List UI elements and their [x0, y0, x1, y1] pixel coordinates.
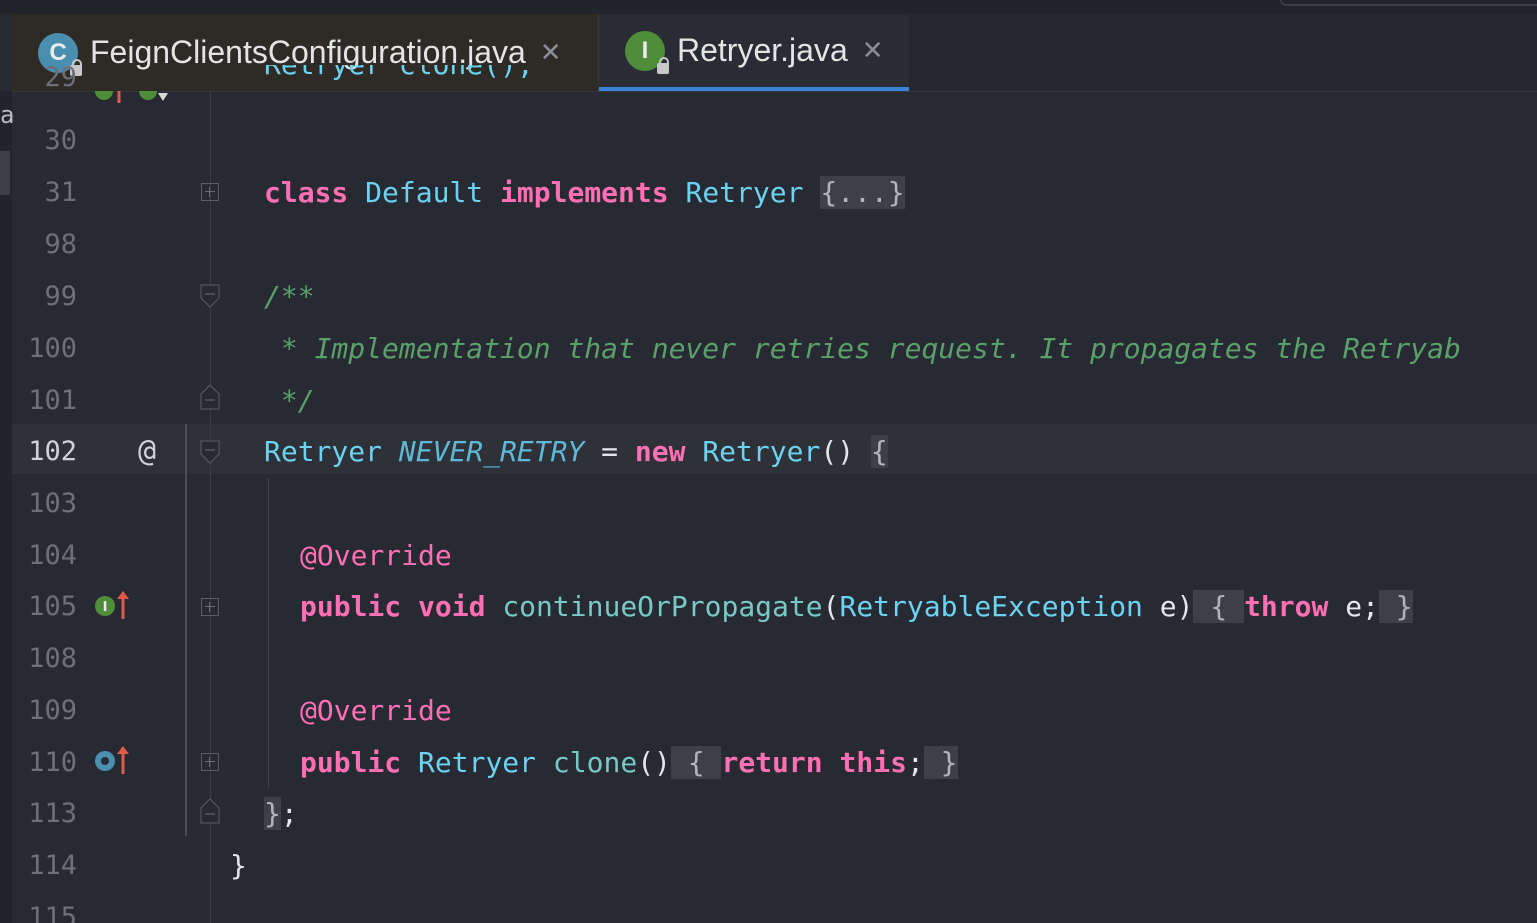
parameter: e): [1159, 590, 1194, 623]
keyword: class: [264, 176, 349, 209]
code-editor[interactable]: Retryer clone(); class Default implement…: [230, 65, 1537, 923]
line-number: 103: [28, 488, 77, 519]
line-number: 115: [28, 902, 77, 923]
code-line-102: Retryer NEVER_RETRY = new Retryer() {: [264, 426, 888, 478]
project-panel-edge: a: [0, 91, 14, 923]
type-name: Retryer: [685, 176, 804, 209]
keyword: public: [300, 746, 402, 779]
line-number: 104: [28, 540, 77, 571]
line-number: 29: [44, 65, 77, 91]
keyword: new: [634, 435, 686, 468]
lock-icon: [657, 56, 669, 74]
keyword: return: [721, 746, 823, 779]
keyword: throw: [1244, 590, 1329, 623]
editor-tab-bar: C FeignClientsConfiguration.java ✕ I Ret…: [12, 14, 1537, 92]
line-number: 99: [44, 281, 77, 312]
fold-end-icon[interactable]: [200, 382, 222, 410]
semicolon: ;: [280, 797, 298, 830]
window-top-strip: [0, 0, 1537, 14]
brace-highlight: }: [264, 797, 281, 830]
scope-guide-line: [185, 424, 187, 836]
code-line-31: class Default implements Retryer {...}: [264, 167, 905, 219]
close-icon[interactable]: ✕: [862, 36, 884, 66]
line-number: 113: [28, 798, 77, 829]
line-number: 98: [44, 229, 77, 260]
line-number: 105: [28, 591, 77, 622]
implements-override-icons[interactable]: [92, 91, 182, 105]
line-number: 101: [28, 385, 77, 416]
semicolon: ;: [906, 746, 924, 779]
class-name: Default: [365, 176, 484, 209]
keyword: this: [839, 746, 907, 779]
expand-fold-icon[interactable]: [201, 753, 219, 771]
parens: (): [820, 435, 855, 468]
type-name: Retryer: [418, 746, 537, 779]
window-corner-frame: [1280, 0, 1537, 6]
method-name: clone: [552, 746, 638, 779]
line-number: 110: [28, 747, 77, 778]
line-number-current: 102: [28, 436, 77, 467]
interface-icon: I: [625, 30, 669, 74]
folded-code-block[interactable]: {: [1193, 590, 1245, 623]
scroll-marker: [0, 151, 10, 195]
implements-method-icon[interactable]: I: [94, 589, 134, 623]
constant-name: NEVER_RETRY: [398, 435, 585, 468]
statement: e;: [1345, 590, 1379, 623]
svg-text:I: I: [103, 600, 108, 615]
line-number: 100: [28, 333, 77, 364]
line-number: 31: [44, 177, 77, 208]
code-line-113: };: [264, 788, 298, 840]
code-line-110: public Retryer clone() { return this; }: [300, 737, 958, 789]
closing-brace: }: [230, 849, 247, 882]
line-number: 30: [44, 125, 77, 156]
anonymous-class-marker[interactable]: @: [138, 426, 156, 478]
folded-code-block[interactable]: }: [923, 746, 958, 779]
line-number: 108: [28, 643, 77, 674]
collapse-fold-icon[interactable]: [200, 284, 222, 312]
keyword: void: [418, 590, 486, 623]
brace-highlight: {: [870, 435, 888, 468]
parens: (): [637, 746, 671, 779]
comment-line: /**: [264, 280, 315, 313]
operator: =: [601, 435, 619, 468]
comment-line: * Implementation that never retries requ…: [264, 332, 1461, 365]
folded-code-block[interactable]: }: [1378, 590, 1413, 623]
tab-label: Retryer.java: [677, 32, 848, 68]
paren: (: [822, 590, 840, 623]
keyword: public: [300, 590, 402, 623]
tab-retryer[interactable]: I Retryer.java ✕: [599, 14, 909, 91]
code-line-partial: Retryer clone();: [264, 65, 534, 91]
fold-end-icon[interactable]: [200, 796, 222, 824]
line-number: 109: [28, 695, 77, 726]
keyword: implements: [500, 176, 669, 209]
code-line-105: public void continueOrPropagate(Retryabl…: [300, 581, 1413, 633]
override-method-icon[interactable]: [94, 744, 134, 778]
folded-code-block[interactable]: {...}: [820, 176, 905, 209]
expand-fold-icon[interactable]: [201, 598, 219, 616]
method-name: continueOrPropagate: [502, 590, 823, 623]
expand-fold-icon[interactable]: [201, 183, 219, 201]
type-name: Retryer: [702, 435, 821, 468]
line-number: 114: [28, 850, 77, 881]
annotation: @Override: [300, 694, 452, 727]
close-icon[interactable]: ✕: [540, 38, 562, 68]
editor-gutter: 29 30 31 98 99 100 101 102 103 104 105 1…: [12, 65, 252, 923]
annotation: @Override: [300, 539, 452, 572]
collapse-fold-icon[interactable]: [200, 440, 222, 468]
type-name: Retryer: [264, 435, 383, 468]
comment-line: */: [264, 384, 315, 417]
indent-guide: [268, 478, 269, 788]
type-name: RetryableException: [839, 590, 1143, 623]
folded-code-block[interactable]: {: [670, 746, 722, 779]
